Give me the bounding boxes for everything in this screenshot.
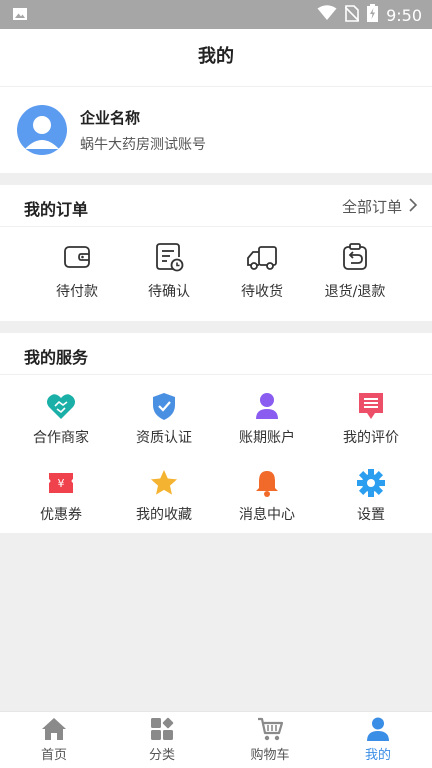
- bell-icon: [252, 468, 282, 498]
- document-clock-icon: [153, 241, 185, 273]
- services-header: 我的服务: [0, 333, 432, 375]
- page-title: 我的: [198, 46, 234, 67]
- handshake-heart-icon: [46, 391, 76, 421]
- tab-cart[interactable]: 购物车: [216, 716, 324, 763]
- service-favorites[interactable]: 我的收藏: [114, 468, 214, 524]
- service-coupons[interactable]: ¥ 优惠券: [11, 468, 111, 524]
- service-label: 设置: [357, 507, 385, 523]
- service-settings[interactable]: 设置: [321, 468, 421, 524]
- service-label: 合作商家: [33, 430, 89, 446]
- service-credit-account[interactable]: 账期账户: [217, 391, 317, 447]
- company-label: 企业名称: [80, 109, 141, 127]
- tab-label: 首页: [40, 748, 67, 763]
- gear-icon: [356, 468, 386, 498]
- wifi-icon: [317, 5, 337, 25]
- account-name: 蜗牛大药房测试账号: [80, 137, 206, 153]
- title-bar: 我的: [0, 29, 432, 87]
- order-pending-payment[interactable]: 待付款: [27, 241, 127, 301]
- service-label: 我的评价: [343, 430, 399, 446]
- chevron-right-icon: [408, 197, 418, 217]
- tab-home[interactable]: 首页: [0, 716, 108, 763]
- service-qualification[interactable]: 资质认证: [114, 391, 214, 447]
- wallet-icon: [61, 241, 93, 273]
- home-icon: [41, 716, 67, 742]
- tab-label: 我的: [364, 748, 391, 763]
- service-label: 优惠券: [40, 507, 82, 523]
- status-time: 9:50: [386, 5, 422, 25]
- service-label: 账期账户: [239, 430, 295, 446]
- services-card: 我的服务 合作商家 资质认证 账期账户 我的评价 ¥ 优惠券 我的收藏 消息中心…: [0, 333, 432, 533]
- return-box-icon: [339, 241, 371, 273]
- order-item-label: 待付款: [56, 284, 98, 300]
- orders-header: 我的订单 全部订单: [0, 185, 432, 227]
- no-sim-icon: [344, 4, 360, 26]
- order-pending-receipt[interactable]: 待收货: [212, 241, 312, 301]
- orders-title: 我的订单: [24, 200, 89, 219]
- all-orders-link[interactable]: 全部订单: [342, 196, 418, 217]
- order-item-label: 退货/退款: [324, 284, 386, 300]
- cart-icon: [257, 716, 284, 742]
- services-title: 我的服务: [24, 348, 89, 367]
- shield-check-icon: [149, 391, 179, 421]
- service-messages[interactable]: 消息中心: [217, 468, 317, 524]
- service-partners[interactable]: 合作商家: [11, 391, 111, 447]
- service-reviews[interactable]: 我的评价: [321, 391, 421, 447]
- user-icon: [252, 391, 282, 421]
- star-icon: [149, 468, 179, 498]
- service-label: 我的收藏: [136, 507, 192, 523]
- tab-label: 购物车: [250, 748, 290, 763]
- comment-icon: [356, 391, 386, 421]
- tab-mine[interactable]: 我的: [324, 716, 432, 763]
- orders-card: 我的订单 全部订单 待付款 待确认 待收货 退货/退款: [0, 185, 432, 321]
- bottom-tab-bar: 首页 分类 购物车 我的: [0, 711, 432, 768]
- person-icon: [365, 716, 391, 742]
- svg-text:¥: ¥: [58, 477, 65, 490]
- order-return-refund[interactable]: 退货/退款: [305, 241, 405, 301]
- image-notification-icon: [12, 6, 28, 26]
- service-label: 资质认证: [136, 430, 192, 446]
- tab-label: 分类: [148, 748, 175, 763]
- tab-category[interactable]: 分类: [108, 716, 216, 763]
- truck-icon: [246, 241, 278, 273]
- order-item-label: 待确认: [148, 284, 190, 300]
- coupon-icon: ¥: [46, 468, 76, 498]
- status-bar: 9:50: [0, 0, 432, 29]
- avatar[interactable]: [17, 105, 67, 155]
- order-pending-confirm[interactable]: 待确认: [119, 241, 219, 301]
- all-orders-label: 全部订单: [341, 198, 402, 216]
- order-item-label: 待收货: [241, 284, 283, 300]
- service-label: 消息中心: [239, 507, 295, 523]
- category-icon: [149, 716, 175, 742]
- profile-card[interactable]: 企业名称 蜗牛大药房测试账号: [0, 87, 432, 173]
- battery-icon: [367, 4, 379, 26]
